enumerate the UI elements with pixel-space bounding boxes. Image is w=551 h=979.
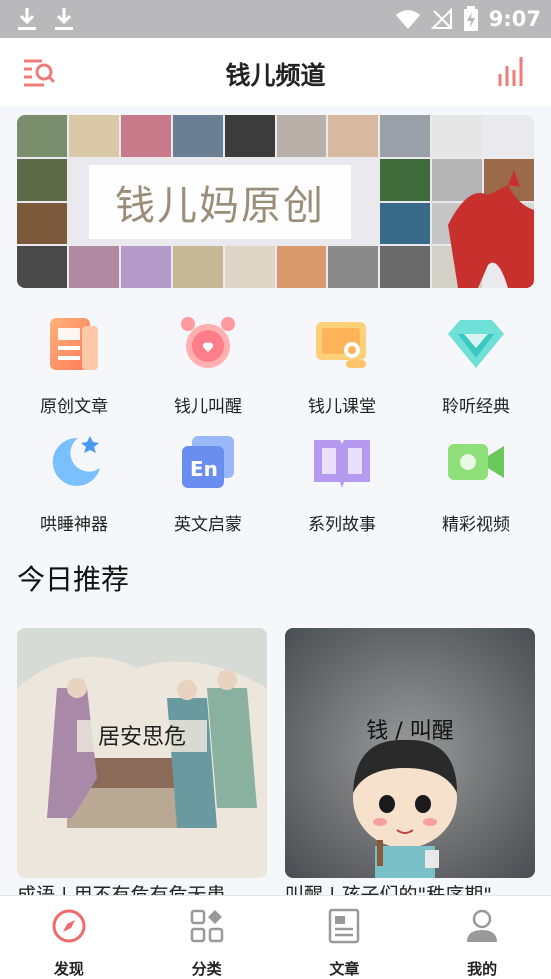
english-icon: En: [182, 436, 234, 488]
category-item[interactable]: 钱儿课堂: [282, 312, 402, 422]
bottom-tab-bar: 发现 分类 文章 我的: [0, 895, 551, 979]
tab-articles[interactable]: 文章: [276, 896, 414, 979]
category-item[interactable]: 钱儿叫醒: [148, 312, 268, 422]
alarm-clock-icon: [181, 317, 235, 368]
grid-icon: [190, 909, 223, 943]
category-item[interactable]: 系列故事: [282, 430, 402, 540]
card-image: 钱 / 叫醒: [285, 628, 535, 878]
banner-caption: 钱儿妈原创: [89, 165, 351, 239]
tab-label: 发现: [53, 960, 84, 978]
document-icon: [329, 908, 360, 944]
recommend-card[interactable]: 居安思危: [17, 628, 267, 878]
status-time: 9:07: [488, 7, 541, 31]
battery-charging-icon: [463, 6, 478, 31]
category-label: 英文启蒙: [174, 515, 242, 535]
card-image-text: 居安思危: [98, 725, 186, 750]
category-label: 原创文章: [40, 397, 108, 417]
category-label: 系列故事: [308, 515, 376, 535]
tab-label: 我的: [467, 960, 498, 978]
svg-text:En: En: [190, 457, 218, 481]
no-signal-icon: [430, 8, 452, 29]
category-label: 钱儿课堂: [308, 397, 376, 417]
classroom-icon: [316, 322, 366, 368]
video-icon: [448, 444, 504, 480]
category-item[interactable]: 哄睡神器: [14, 430, 134, 540]
download-icon: [18, 8, 36, 30]
wifi-icon: [395, 10, 420, 29]
tab-label: 分类: [191, 960, 222, 978]
card-image: 居安思危: [17, 628, 267, 878]
card-caption: 叫醒 | 孩子们的"秩序期": [285, 884, 492, 896]
category-item[interactable]: 原创文章: [14, 312, 134, 422]
moon-icon: [52, 436, 100, 486]
audio-bars-icon[interactable]: [497, 54, 527, 88]
category-item[interactable]: 精彩视频: [416, 430, 536, 540]
banner-title: 钱儿妈原创: [115, 183, 325, 229]
category-label: 聆听经典: [442, 397, 510, 417]
card-caption: 成语 | 用不有危有危无患: [17, 884, 226, 896]
page-title: 钱儿频道: [225, 61, 326, 90]
book-icon: [314, 440, 370, 488]
download-icon: [55, 8, 73, 30]
recommend-card[interactable]: 钱 / 叫醒: [285, 628, 535, 878]
category-item[interactable]: En 英文启蒙: [148, 430, 268, 540]
category-label: 精彩视频: [442, 515, 510, 535]
article-icon: [50, 318, 98, 370]
category-label: 钱儿叫醒: [174, 397, 242, 417]
category-item[interactable]: 聆听经典: [416, 312, 536, 422]
tab-discover[interactable]: 发现: [0, 896, 138, 979]
diamond-icon: [448, 320, 504, 368]
tab-label: 文章: [329, 960, 360, 978]
status-bar: 9:07: [0, 0, 551, 38]
user-icon: [467, 909, 498, 942]
section-title: 今日推荐: [17, 563, 130, 596]
promo-banner[interactable]: 钱儿妈原创: [17, 115, 534, 288]
tab-category[interactable]: 分类: [138, 896, 276, 979]
tab-profile[interactable]: 我的: [413, 896, 551, 979]
fox-illustration: [448, 170, 534, 288]
app-header: 钱儿频道: [0, 38, 551, 106]
compass-icon: [52, 909, 86, 943]
category-label: 哄睡神器: [40, 515, 108, 535]
